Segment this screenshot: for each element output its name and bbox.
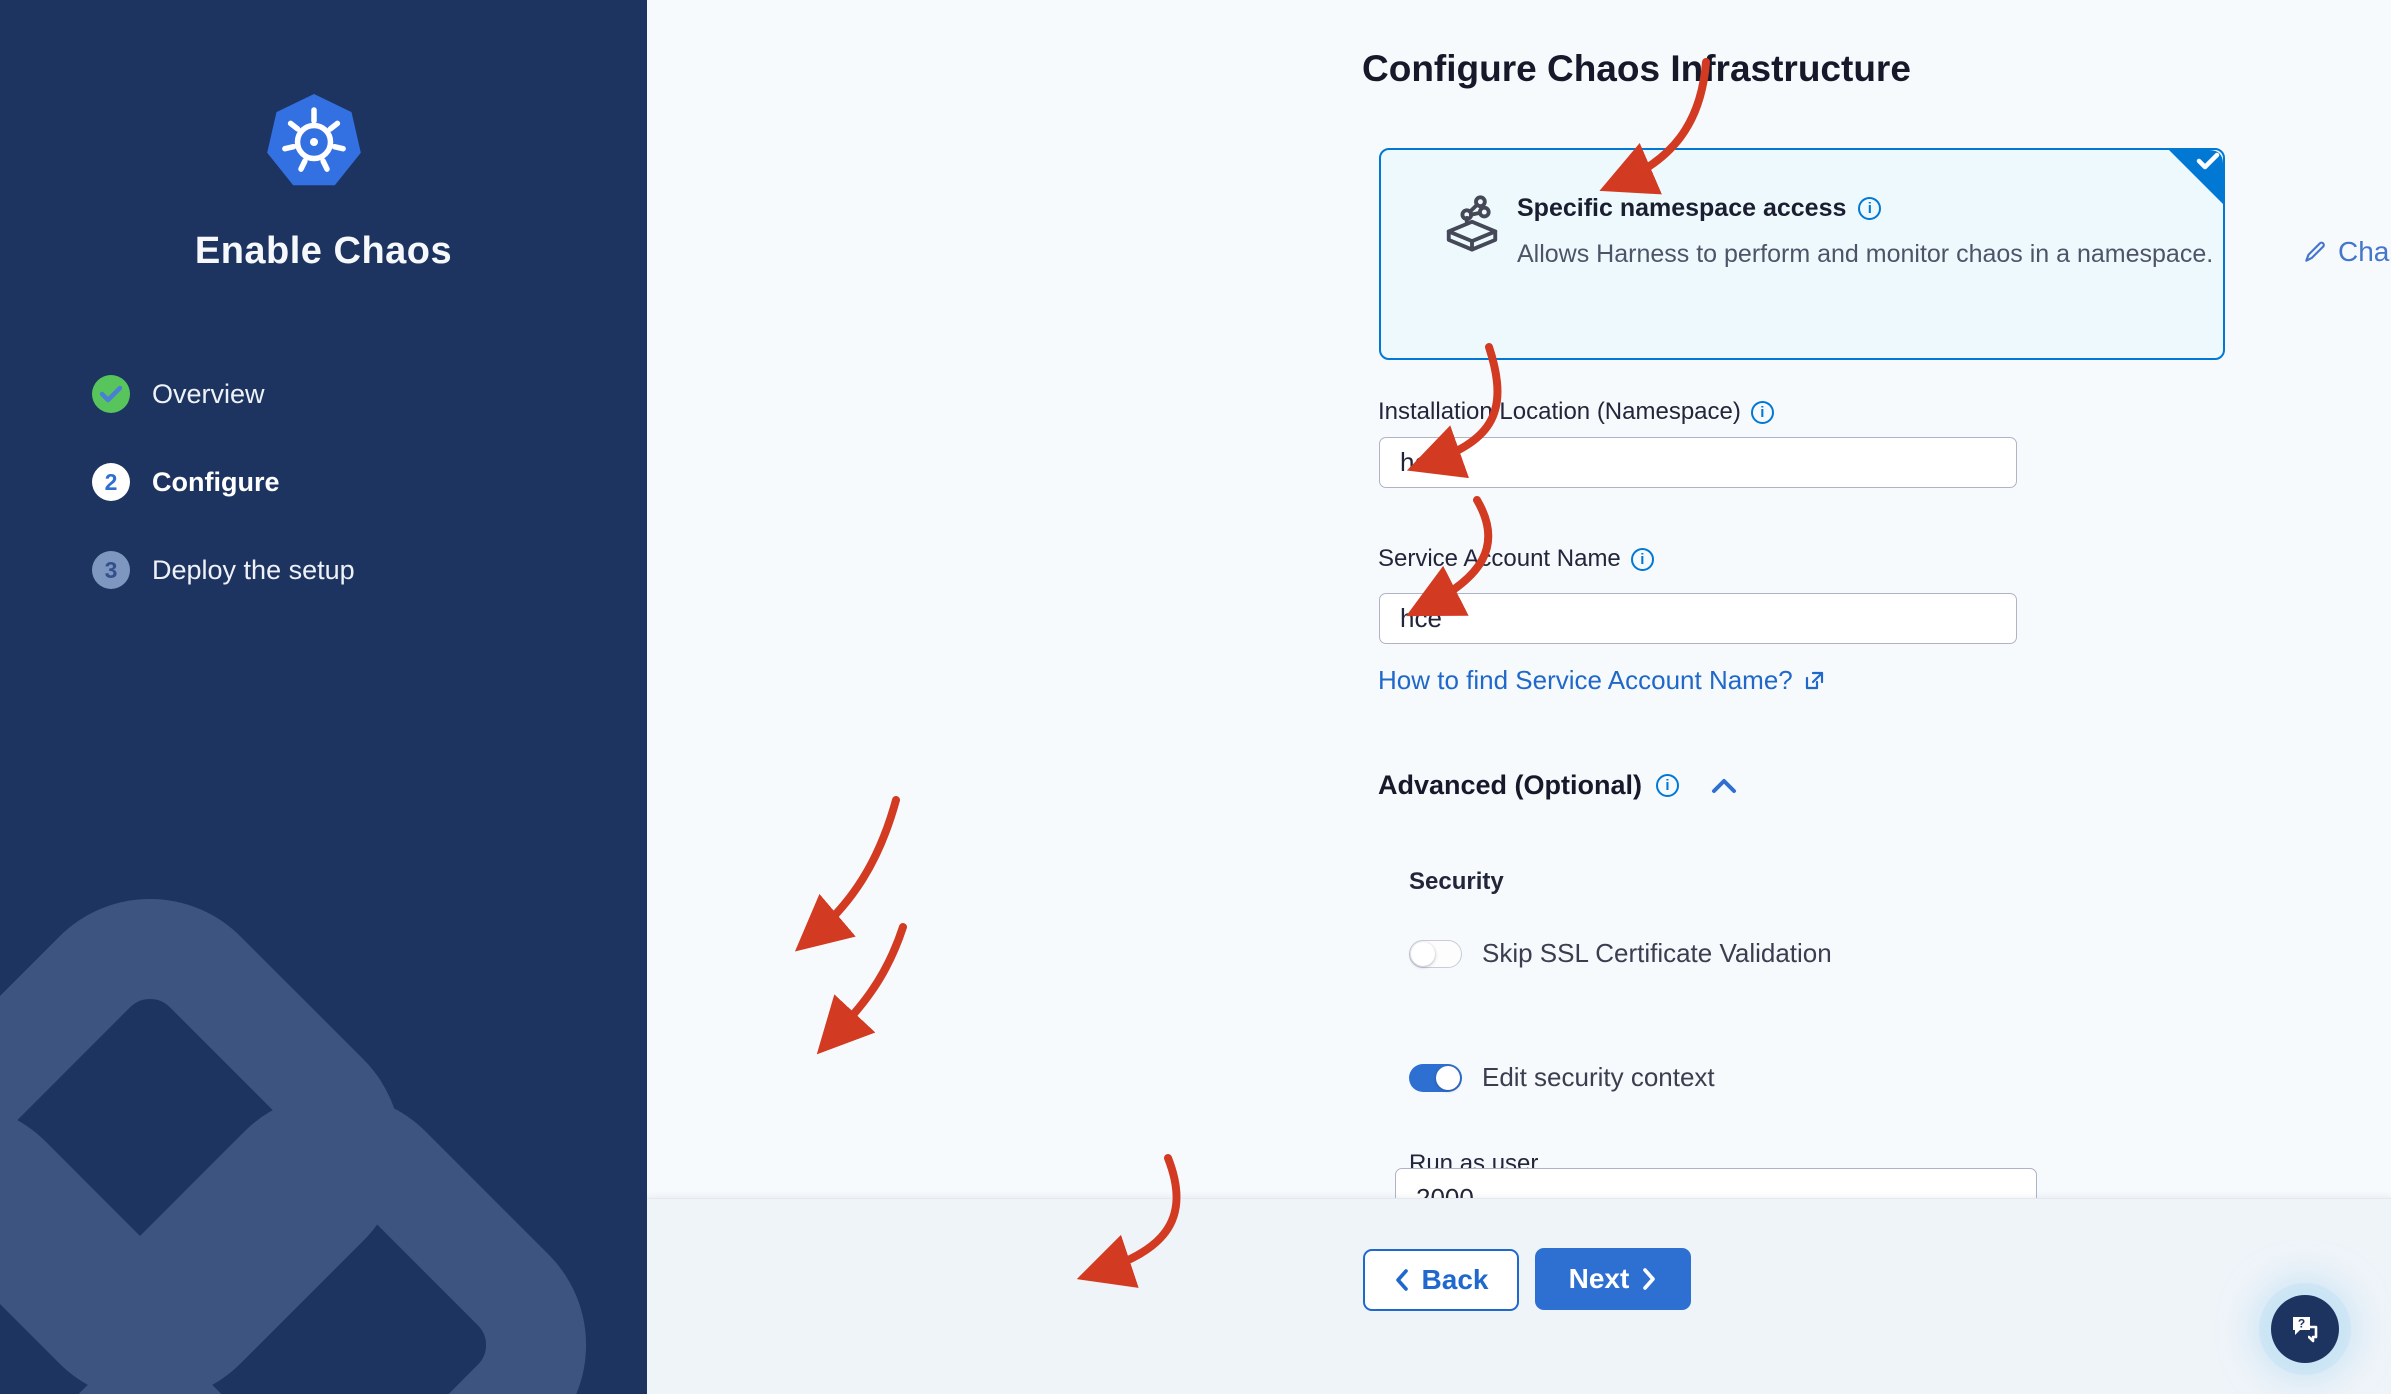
- step-complete-circle: [92, 375, 130, 413]
- svg-text:?: ?: [2298, 1317, 2305, 1331]
- wizard-sidebar: Enable Chaos Overview 2 Configure 3 Depl…: [0, 0, 647, 1394]
- edit-security-context-row: Edit security context: [1409, 1062, 1715, 1093]
- wizard-steps: Overview 2 Configure 3 Deploy the setup: [92, 375, 355, 639]
- toggle-knob: [1411, 941, 1435, 966]
- page-title: Configure Chaos Infrastructure: [1362, 48, 1911, 89]
- pencil-icon: [2305, 241, 2325, 262]
- access-card-description: Allows Harness to perform and monitor ch…: [1517, 240, 2214, 268]
- info-icon[interactable]: i: [1656, 774, 1680, 797]
- step-deploy[interactable]: 3 Deploy the setup: [92, 551, 355, 589]
- dialog-footer: Back Next: [647, 1198, 2391, 1394]
- step-overview[interactable]: Overview: [92, 375, 355, 413]
- info-icon[interactable]: i: [1858, 197, 1882, 220]
- back-label: Back: [1421, 1264, 1489, 1295]
- step-number: 2: [92, 463, 130, 501]
- collapse-advanced-button[interactable]: [1711, 777, 1737, 795]
- service-account-input[interactable]: [1379, 593, 2017, 644]
- skip-ssl-row: Skip SSL Certificate Validation: [1409, 938, 1832, 969]
- help-link-label: How to find Service Account Name?: [1378, 665, 1793, 695]
- namespace-icon: [1446, 195, 1498, 252]
- configure-chaos-infrastructure-dialog: Enable Chaos Overview 2 Configure 3 Depl…: [0, 0, 2391, 1394]
- security-section-label: Security: [1409, 868, 1504, 895]
- kubernetes-logo: [267, 94, 361, 186]
- namespace-input[interactable]: [1379, 437, 2017, 488]
- change-access-link[interactable]: Change: [2302, 236, 2391, 268]
- toggle-knob: [1436, 1065, 1460, 1090]
- help-chat-button[interactable]: ?: [2271, 1295, 2339, 1363]
- skip-ssl-toggle[interactable]: [1409, 939, 1462, 968]
- edit-security-context-toggle[interactable]: [1409, 1063, 1462, 1092]
- namespace-access-card[interactable]: Specific namespace access i Allows Harne…: [1379, 148, 2225, 360]
- dialog-scroll-content: Configure Chaos Infrastructure Specific …: [647, 0, 2391, 1198]
- next-button[interactable]: Next: [1535, 1248, 1691, 1310]
- dialog-main: Configure Chaos Infrastructure Specific …: [647, 0, 2391, 1394]
- namespace-label-row: Installation Location (Namespace) i: [1378, 398, 1774, 426]
- back-button[interactable]: Back: [1363, 1249, 1519, 1311]
- edit-security-context-label: Edit security context: [1482, 1062, 1715, 1092]
- skip-ssl-label: Skip SSL Certificate Validation: [1482, 938, 1832, 968]
- advanced-section-header: Advanced (Optional) i: [1378, 770, 1737, 801]
- external-link-icon: [1805, 671, 1823, 689]
- next-label: Next: [1568, 1263, 1630, 1294]
- selected-corner-badge: [2169, 150, 2223, 204]
- change-label: Change: [2338, 236, 2391, 267]
- chevron-right-icon: [1643, 1268, 1656, 1290]
- service-account-help-link[interactable]: How to find Service Account Name?: [1378, 665, 1825, 696]
- run-as-user-input[interactable]: [1395, 1168, 2037, 1198]
- chevron-left-icon: [1395, 1269, 1408, 1291]
- advanced-label: Advanced (Optional): [1378, 770, 1643, 800]
- service-account-label: Service Account Name: [1378, 545, 1621, 572]
- access-card-title: Specific namespace access: [1517, 194, 1847, 222]
- step-configure[interactable]: 2 Configure: [92, 463, 355, 501]
- service-account-label-row: Service Account Name i: [1378, 545, 1654, 573]
- chevron-up-icon: [1712, 778, 1737, 793]
- step-label: Configure: [152, 466, 280, 497]
- chat-question-icon: ?: [2293, 1317, 2318, 1343]
- harness-watermark: [0, 898, 587, 1394]
- info-icon[interactable]: i: [1750, 400, 1774, 424]
- step-number: 3: [92, 551, 130, 589]
- namespace-label: Installation Location (Namespace): [1378, 398, 1741, 425]
- step-label: Deploy the setup: [152, 554, 355, 585]
- step-label: Overview: [152, 378, 265, 409]
- check-icon: [100, 385, 122, 403]
- wizard-title: Enable Chaos: [194, 230, 453, 272]
- info-icon[interactable]: i: [1630, 547, 1654, 571]
